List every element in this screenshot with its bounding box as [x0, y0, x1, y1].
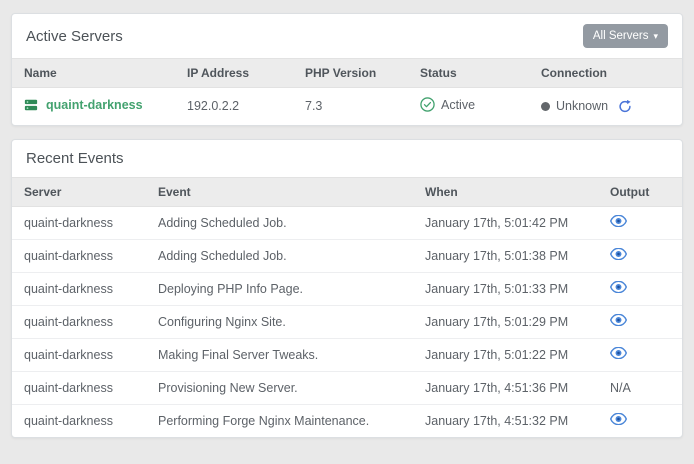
- event-description: Deploying PHP Info Page.: [158, 272, 425, 305]
- refresh-icon: [618, 99, 632, 114]
- eye-icon: [610, 215, 627, 227]
- event-description: Adding Scheduled Job.: [158, 206, 425, 239]
- eye-icon: [610, 314, 627, 326]
- eye-icon: [610, 413, 627, 425]
- event-row: quaint-darkness Deploying PHP Info Page.…: [12, 272, 682, 305]
- server-name-link[interactable]: quaint-darkness: [46, 98, 143, 112]
- column-header-server: Server: [12, 177, 158, 206]
- event-server: quaint-darkness: [12, 338, 158, 371]
- event-row: quaint-darkness Adding Scheduled Job. Ja…: [12, 239, 682, 272]
- event-server: quaint-darkness: [12, 206, 158, 239]
- view-output-button[interactable]: [610, 413, 627, 425]
- column-header-ip-address: IP Address: [187, 59, 305, 88]
- server-row: quaint-darkness 192.0.2.2 7.3 Active: [12, 88, 682, 125]
- server-status-label: Active: [441, 98, 475, 112]
- check-circle-icon: [420, 97, 435, 112]
- view-output-button[interactable]: [610, 347, 627, 359]
- event-server: quaint-darkness: [12, 239, 158, 272]
- event-description: Making Final Server Tweaks.: [158, 338, 425, 371]
- event-server: quaint-darkness: [12, 305, 158, 338]
- event-row: quaint-darkness Making Final Server Twea…: [12, 338, 682, 371]
- refresh-connection-button[interactable]: [618, 99, 632, 114]
- event-description: Configuring Nginx Site.: [158, 305, 425, 338]
- event-description: Provisioning New Server.: [158, 371, 425, 404]
- all-servers-filter-label: All Servers: [593, 30, 649, 42]
- all-servers-filter-button[interactable]: All Servers ▾: [583, 24, 668, 48]
- panel-title-active-servers: Active Servers: [26, 28, 123, 45]
- event-description: Adding Scheduled Job.: [158, 239, 425, 272]
- view-output-button[interactable]: [610, 314, 627, 326]
- event-timestamp: January 17th, 4:51:32 PM: [425, 404, 610, 437]
- event-row: quaint-darkness Performing Forge Nginx M…: [12, 404, 682, 437]
- event-row: quaint-darkness Adding Scheduled Job. Ja…: [12, 206, 682, 239]
- event-row: quaint-darkness Configuring Nginx Site. …: [12, 305, 682, 338]
- view-output-button[interactable]: [610, 215, 627, 227]
- recent-events-table: Server Event When Output quaint-darkness…: [12, 177, 682, 438]
- event-timestamp: January 17th, 4:51:36 PM: [425, 371, 610, 404]
- recent-events-header: Recent Events: [12, 140, 682, 177]
- server-php-version: 7.3: [305, 88, 420, 125]
- server-icon: [24, 98, 38, 112]
- event-server: quaint-darkness: [12, 404, 158, 437]
- events-table-header-row: Server Event When Output: [12, 177, 682, 206]
- column-header-connection: Connection: [541, 59, 682, 88]
- column-header-status: Status: [420, 59, 541, 88]
- event-timestamp: January 17th, 5:01:29 PM: [425, 305, 610, 338]
- view-output-button[interactable]: [610, 281, 627, 293]
- chevron-down-icon: ▾: [653, 32, 658, 41]
- connection-status-dot: [541, 102, 550, 111]
- events-table-body: quaint-darkness Adding Scheduled Job. Ja…: [12, 206, 682, 437]
- event-description: Performing Forge Nginx Maintenance.: [158, 404, 425, 437]
- active-servers-header: Active Servers All Servers ▾: [12, 14, 682, 58]
- column-header-name: Name: [12, 59, 187, 88]
- event-timestamp: January 17th, 5:01:33 PM: [425, 272, 610, 305]
- event-server: quaint-darkness: [12, 272, 158, 305]
- server-ip-address: 192.0.2.2: [187, 88, 305, 125]
- eye-icon: [610, 281, 627, 293]
- column-header-event: Event: [158, 177, 425, 206]
- event-output-na: N/A: [610, 371, 682, 404]
- servers-table-header-row: Name IP Address PHP Version Status Conne…: [12, 59, 682, 88]
- event-timestamp: January 17th, 5:01:22 PM: [425, 338, 610, 371]
- event-row: quaint-darkness Provisioning New Server.…: [12, 371, 682, 404]
- panel-title-recent-events: Recent Events: [26, 150, 124, 167]
- eye-icon: [610, 347, 627, 359]
- column-header-when: When: [425, 177, 610, 206]
- column-header-php-version: PHP Version: [305, 59, 420, 88]
- recent-events-panel: Recent Events Server Event When Output q…: [11, 139, 683, 439]
- active-servers-panel: Active Servers All Servers ▾ Name IP Add…: [11, 13, 683, 126]
- connection-status-label: Unknown: [556, 99, 608, 113]
- eye-icon: [610, 248, 627, 260]
- event-timestamp: January 17th, 5:01:42 PM: [425, 206, 610, 239]
- active-servers-table: Name IP Address PHP Version Status Conne…: [12, 58, 682, 125]
- column-header-output: Output: [610, 177, 682, 206]
- view-output-button[interactable]: [610, 248, 627, 260]
- event-timestamp: January 17th, 5:01:38 PM: [425, 239, 610, 272]
- event-server: quaint-darkness: [12, 371, 158, 404]
